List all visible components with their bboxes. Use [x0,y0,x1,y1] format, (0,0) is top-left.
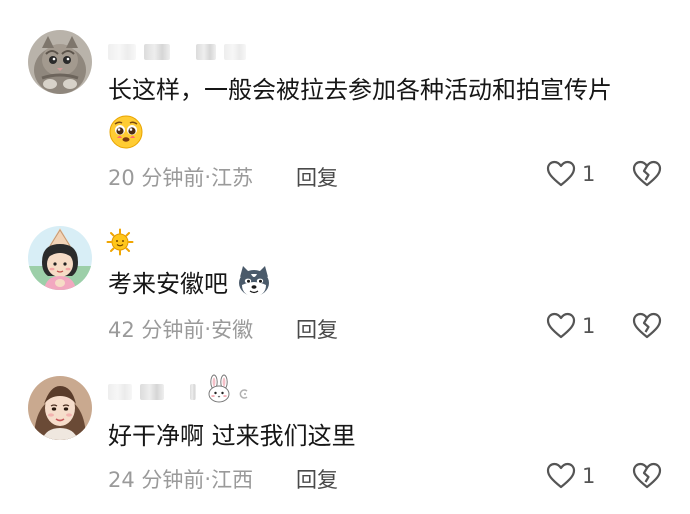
comment-item: 好干净啊 过来我们这里 24 分钟前 · 江西 回复 1 [0,0,690,514]
girl-photo-avatar-icon [28,376,92,440]
user-avatar[interactable] [28,376,92,440]
comment-meta: 24 分钟前 · 江西 [108,464,253,494]
username-redacted [108,374,250,403]
comment-time: 24 分钟前 [108,468,205,492]
like-count: 1 [582,464,596,488]
comment-text: 好干净啊 过来我们这里 [108,422,356,450]
meta-separator: · [204,467,212,491]
username-blur [140,384,164,400]
dislike-button[interactable] [632,462,662,494]
username-blur [108,384,132,400]
small-mark-icon [239,389,248,399]
heart-icon [546,462,576,489]
bunny-icon [208,374,230,403]
reply-button[interactable]: 回复 [296,464,338,494]
username-blur [190,384,196,400]
comment-location: 江西 [211,468,254,492]
broken-heart-icon [632,462,662,489]
like-button[interactable]: 1 [546,462,595,490]
